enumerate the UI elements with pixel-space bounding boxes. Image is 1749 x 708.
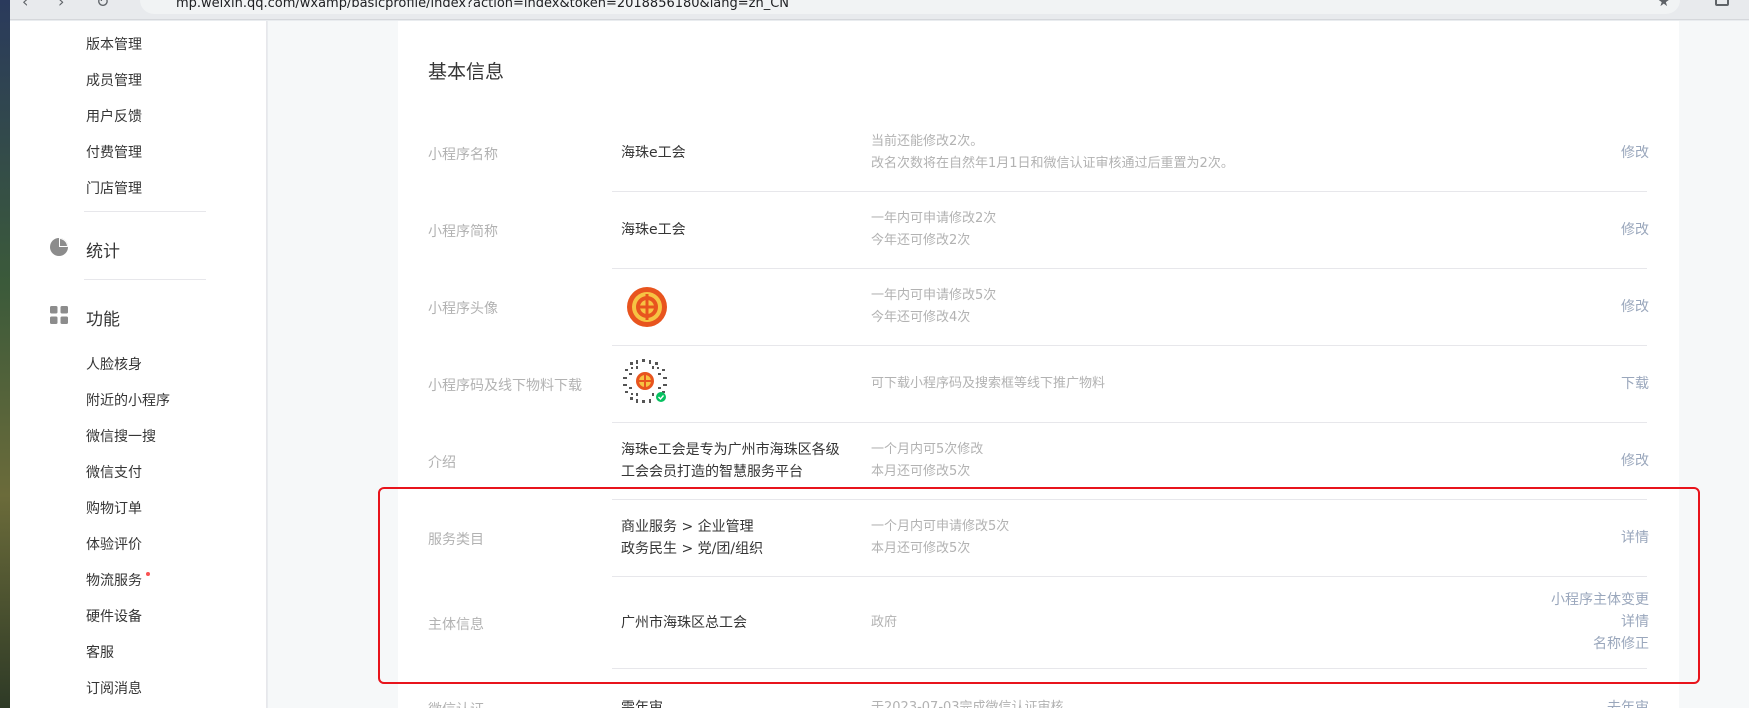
row-label-qrcode: 小程序码及线下物料下载: [428, 378, 582, 394]
sidebar-item-nearby[interactable]: 附近的小程序: [86, 390, 170, 410]
sidebar-item-store[interactable]: 门店管理: [86, 178, 142, 198]
sidebar-item-face-verify[interactable]: 人脸核身: [86, 354, 142, 374]
sidebar-item-hardware[interactable]: 硬件设备: [86, 606, 142, 626]
bookmark-star-icon[interactable]: ★: [1657, 0, 1670, 10]
sidebar-item-logistics[interactable]: 物流服务: [86, 570, 142, 590]
sidebar-item-members[interactable]: 成员管理: [86, 70, 142, 90]
row-divider: [612, 191, 1647, 192]
sidebar-item-reviews[interactable]: 体验评价: [86, 534, 142, 554]
annual-review-link[interactable]: 去年审: [1607, 697, 1649, 708]
row-value-intro-1: 海珠e工会是专为广州市海珠区各级: [621, 442, 840, 458]
row-desc-verify: 于2023-07-03完成微信认证审核: [871, 700, 1064, 708]
sidebar-item-wechat-search[interactable]: 微信搜一搜: [86, 426, 156, 446]
tab-overview-icon[interactable]: [1715, 0, 1729, 6]
edit-avatar-link[interactable]: 修改: [1621, 296, 1649, 318]
sidebar-divider: [84, 279, 206, 280]
row-label-intro: 介绍: [428, 455, 456, 471]
back-arrow-icon[interactable]: ‹: [22, 0, 28, 11]
grid-apps-icon: [50, 306, 68, 324]
address-url[interactable]: mp.weixin.qq.com/wxamp/basicprofile/inde…: [176, 0, 789, 11]
sidebar: 版本管理 成员管理 用户反馈 付费管理 门店管理 统计 功能 人脸核身 附近的小…: [10, 21, 267, 708]
row-desc-intro-2: 本月还可修改5次: [871, 464, 971, 479]
reload-icon[interactable]: ↻: [96, 0, 109, 11]
edit-short-name-link[interactable]: 修改: [1621, 219, 1649, 241]
row-value-short-name: 海珠e工会: [621, 222, 686, 238]
desktop-background-strip: [0, 0, 10, 708]
row-desc-name-2: 改名次数将在自然年1月1日和微信认证审核通过后重置为2次。: [871, 156, 1234, 171]
download-link[interactable]: 下载: [1621, 373, 1649, 395]
sidebar-item-wechat-pay[interactable]: 微信支付: [86, 462, 142, 482]
sidebar-item-payment[interactable]: 付费管理: [86, 142, 142, 162]
row-divider: [612, 345, 1647, 346]
edit-intro-link[interactable]: 修改: [1621, 450, 1649, 472]
row-label-verify: 微信认证: [428, 699, 484, 708]
page-title: 基本信息: [428, 61, 505, 83]
mini-program-code-image: [621, 357, 669, 405]
sidebar-item-customer-service[interactable]: 客服: [86, 642, 114, 662]
row-divider: [612, 422, 1647, 423]
sidebar-item-feedback[interactable]: 用户反馈: [86, 106, 142, 126]
edit-name-link[interactable]: 修改: [1621, 142, 1649, 164]
row-value-verify: 需年审: [621, 700, 663, 708]
sidebar-section-features[interactable]: 功能: [86, 305, 120, 330]
row-value-name: 海珠e工会: [621, 145, 686, 161]
row-desc-name-1: 当前还能修改2次。: [871, 134, 984, 149]
row-divider: [612, 268, 1647, 269]
browser-toolbar: ‹ › ↻ mp.weixin.qq.com/wxamp/basicprofil…: [10, 0, 1749, 20]
row-desc-qrcode: 可下载小程序码及搜索框等线下推广物料: [871, 376, 1106, 391]
row-desc-avatar-2: 今年还可修改4次: [871, 310, 971, 325]
row-value-intro-2: 工会会员打造的智慧服务平台: [621, 464, 803, 480]
sidebar-section-stats[interactable]: 统计: [86, 237, 120, 262]
forward-arrow-icon[interactable]: ›: [58, 0, 64, 11]
row-label-name: 小程序名称: [428, 147, 498, 163]
pie-chart-icon: [50, 238, 68, 256]
row-desc-short-name-2: 今年还可修改2次: [871, 233, 971, 248]
sidebar-item-version[interactable]: 版本管理: [86, 34, 142, 54]
new-badge-dot: [146, 572, 150, 576]
row-desc-intro-1: 一个月内可5次修改: [871, 442, 984, 457]
app-avatar-image: [627, 287, 667, 327]
sidebar-item-orders[interactable]: 购物订单: [86, 498, 142, 518]
row-desc-avatar-1: 一年内可申请修改5次: [871, 288, 997, 303]
sidebar-item-subscription[interactable]: 订阅消息: [86, 678, 142, 698]
row-desc-short-name-1: 一年内可申请修改2次: [871, 211, 997, 226]
annotation-highlight-box: [378, 487, 1700, 684]
row-label-short-name: 小程序简称: [428, 224, 498, 240]
sidebar-divider: [84, 211, 206, 212]
row-label-avatar: 小程序头像: [428, 301, 498, 317]
address-bar[interactable]: mp.weixin.qq.com/wxamp/basicprofile/inde…: [140, 0, 1680, 14]
